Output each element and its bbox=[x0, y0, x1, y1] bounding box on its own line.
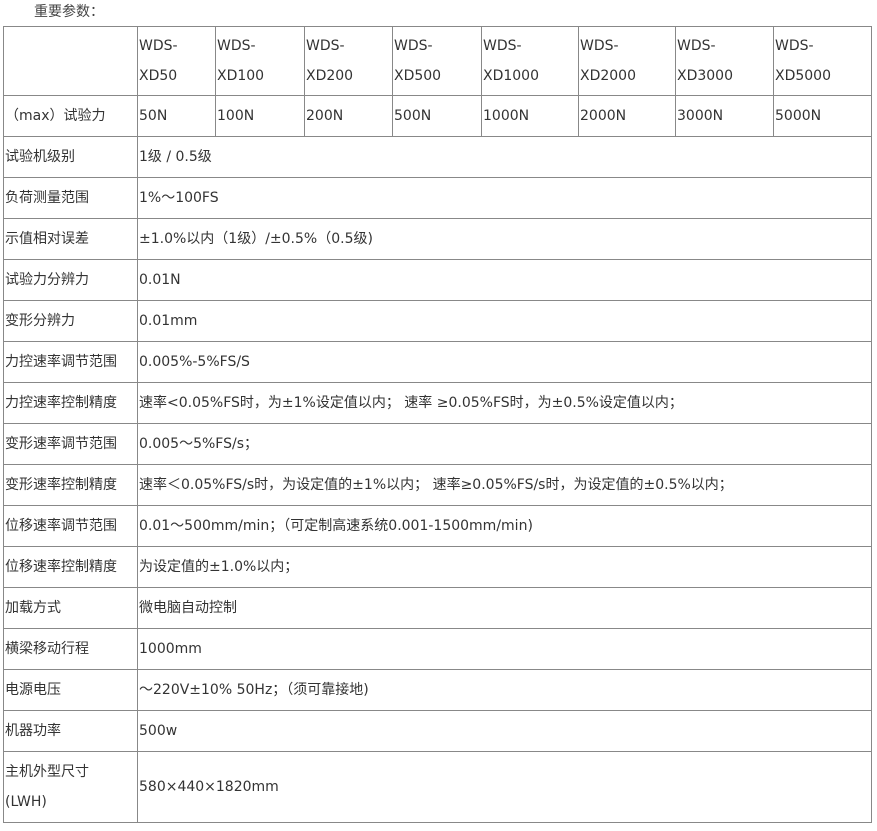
row-value: 1000mm bbox=[137, 628, 872, 670]
table-row: 变形分辨力 0.01mm bbox=[3, 300, 872, 342]
row-label: 示值相对误差 bbox=[3, 218, 138, 260]
row-label: 横梁移动行程 bbox=[3, 628, 138, 670]
table-row: 位移速率控制精度 为设定值的±1.0%以内； bbox=[3, 546, 872, 588]
model-cell: WDS- XD2000 bbox=[578, 26, 676, 96]
model-cell: WDS- XD200 bbox=[304, 26, 393, 96]
row-value: 0.01～500mm/min；（可定制高速系统0.001-1500mm/min) bbox=[137, 505, 872, 547]
model-cell: WDS- XD500 bbox=[392, 26, 482, 96]
row-label: （max）试验力 bbox=[3, 95, 138, 137]
row-label: 变形速率控制精度 bbox=[3, 464, 138, 506]
row-label: 试验力分辨力 bbox=[3, 259, 138, 301]
force-cell: 100N bbox=[215, 95, 305, 137]
row-label: 力控速率控制精度 bbox=[3, 382, 138, 424]
force-cell: 1000N bbox=[481, 95, 579, 137]
model-cell: WDS- XD100 bbox=[215, 26, 305, 96]
row-label: 机器功率 bbox=[3, 710, 138, 752]
row-label: 变形速率调节范围 bbox=[3, 423, 138, 465]
table-row: 负荷测量范围 1%～100FS bbox=[3, 177, 872, 219]
force-cell: 3000N bbox=[675, 95, 774, 137]
force-cell: 50N bbox=[137, 95, 216, 137]
row-label: 试验机级别 bbox=[3, 136, 138, 178]
model-cell: WDS- XD3000 bbox=[675, 26, 774, 96]
force-cell: 500N bbox=[392, 95, 482, 137]
row-label: 电源电压 bbox=[3, 669, 138, 711]
row-value: 0.005%-5%FS/S bbox=[137, 341, 872, 383]
force-cell: 5000N bbox=[773, 95, 872, 137]
models-header-row: WDS- XD50 WDS- XD100 WDS- XD200 WDS- XD500 W… bbox=[3, 26, 872, 96]
row-label: 位移速率调节范围 bbox=[3, 505, 138, 547]
table-row: 示值相对误差 ±1.0%以内（1级）/±0.5%（0.5级) bbox=[3, 218, 872, 260]
model-cell: WDS- XD1000 bbox=[481, 26, 579, 96]
table-row: 试验力分辨力 0.01N bbox=[3, 259, 872, 301]
row-value: 速率＜0.05%FS/s时，为设定值的±1%以内； 速率≥0.05%FS/s时，… bbox=[137, 464, 872, 506]
table-row: 力控速率调节范围 0.005%-5%FS/S bbox=[3, 341, 872, 383]
row-value: 为设定值的±1.0%以内； bbox=[137, 546, 872, 588]
row-label: 位移速率控制精度 bbox=[3, 546, 138, 588]
table-row: 变形速率调节范围 0.005～5%FS/s； bbox=[3, 423, 872, 465]
row-value: 微电脑自动控制 bbox=[137, 587, 872, 629]
table-row: 机器功率 500w bbox=[3, 710, 872, 752]
row-value: ～220V±10% 50Hz；（须可靠接地) bbox=[137, 669, 872, 711]
parameters-table: WDS- XD50 WDS- XD100 WDS- XD200 WDS- XD500 W… bbox=[3, 26, 872, 823]
table-row: 电源电压 ～220V±10% 50Hz；（须可靠接地) bbox=[3, 669, 872, 711]
table-row: 横梁移动行程 1000mm bbox=[3, 628, 872, 670]
force-cell: 200N bbox=[304, 95, 393, 137]
model-cell: WDS- XD50 bbox=[137, 26, 216, 96]
row-value: 1级 / 0.5级 bbox=[137, 136, 872, 178]
dimensions-row: 主机外型尺寸 (LWH) 580×440×1820mm bbox=[3, 751, 872, 823]
table-row: 变形速率控制精度 速率＜0.05%FS/s时，为设定值的±1%以内； 速率≥0.… bbox=[3, 464, 872, 506]
row-label: 加载方式 bbox=[3, 587, 138, 629]
row-label: 力控速率调节范围 bbox=[3, 341, 138, 383]
section-heading: 重要参数： bbox=[34, 4, 104, 20]
corner-cell bbox=[3, 26, 138, 96]
row-value: 500w bbox=[137, 710, 872, 752]
row-value: 0.01N bbox=[137, 259, 872, 301]
table-row: 位移速率调节范围 0.01～500mm/min；（可定制高速系统0.001-15… bbox=[3, 505, 872, 547]
table-row: 加载方式 微电脑自动控制 bbox=[3, 587, 872, 629]
row-label: 主机外型尺寸 (LWH) bbox=[3, 751, 138, 823]
row-value: 1%～100FS bbox=[137, 177, 872, 219]
max-force-row: （max）试验力 50N 100N 200N 500N 1000N 2000N … bbox=[3, 95, 872, 137]
table-row: 力控速率控制精度 速率<0.05%FS时，为±1%设定值以内； 速率 ≥0.05… bbox=[3, 382, 872, 424]
force-cell: 2000N bbox=[578, 95, 676, 137]
row-value: 速率<0.05%FS时，为±1%设定值以内； 速率 ≥0.05%FS时，为±0.… bbox=[137, 382, 872, 424]
row-label: 负荷测量范围 bbox=[3, 177, 138, 219]
row-value: 0.01mm bbox=[137, 300, 872, 342]
row-value: 0.005～5%FS/s； bbox=[137, 423, 872, 465]
row-value: 580×440×1820mm bbox=[137, 751, 872, 823]
row-label: 变形分辨力 bbox=[3, 300, 138, 342]
model-cell: WDS- XD5000 bbox=[773, 26, 872, 96]
table-row: 试验机级别 1级 / 0.5级 bbox=[3, 136, 872, 178]
row-value: ±1.0%以内（1级）/±0.5%（0.5级) bbox=[137, 218, 872, 260]
